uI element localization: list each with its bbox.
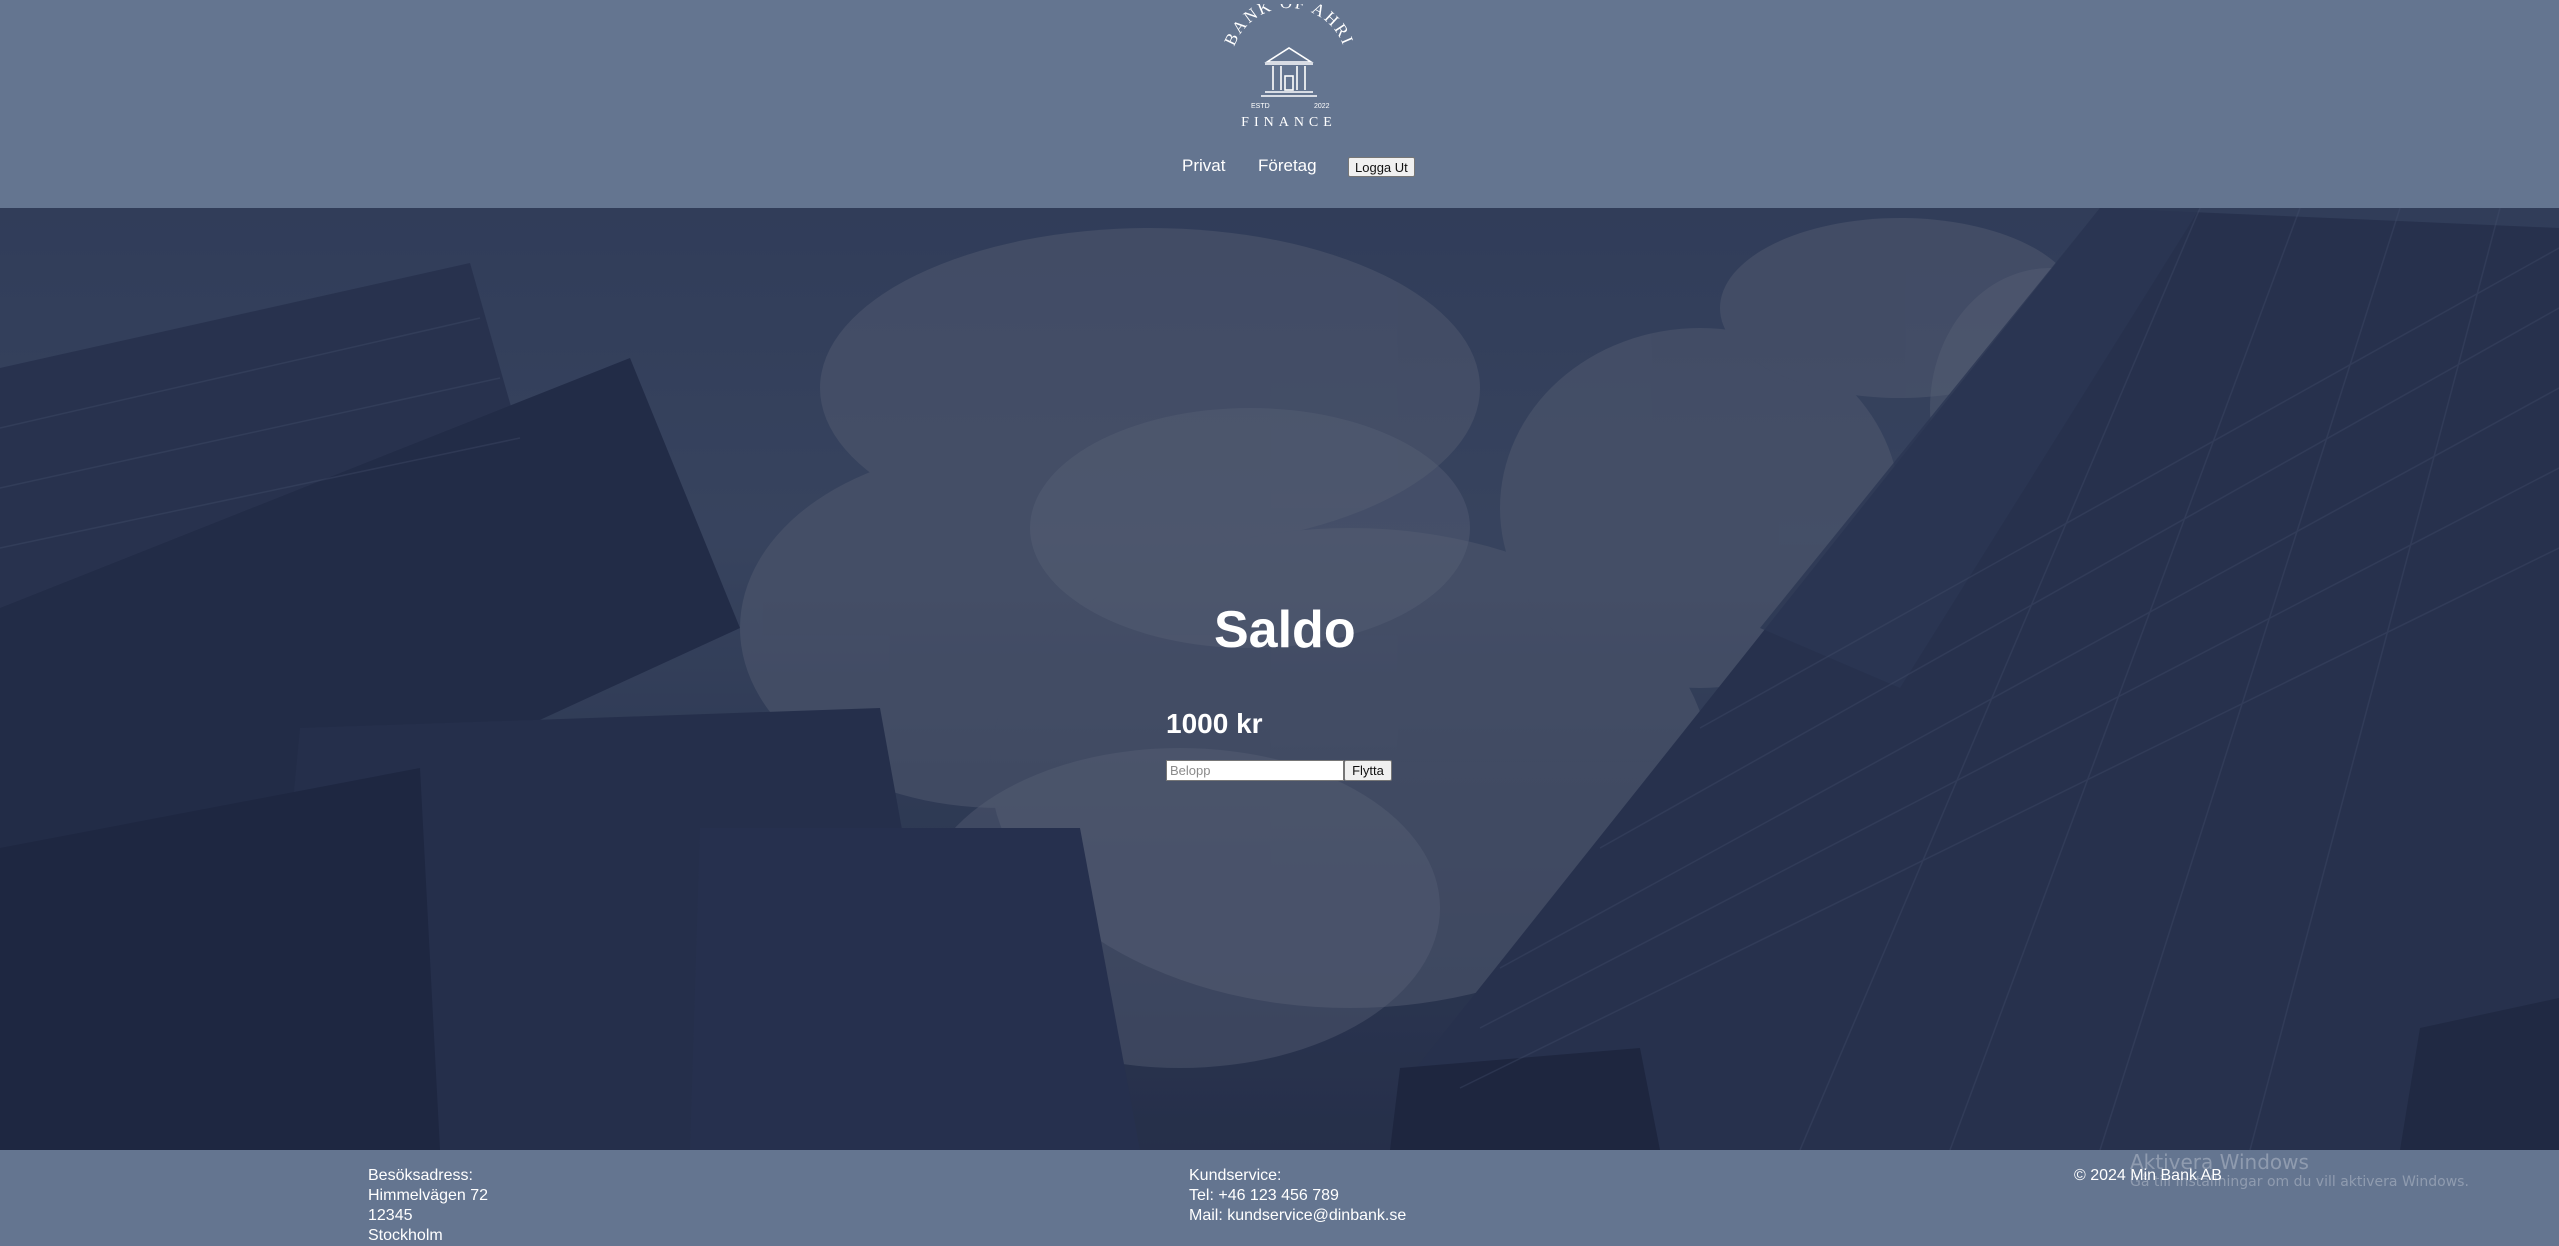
nav-link-privat[interactable]: Privat <box>1182 154 1225 178</box>
bank-logo[interactable]: BANK OF AHRI ESTD 2022 FINANCE <box>1219 0 1359 134</box>
main-nav: Privat Företag Logga Ut <box>0 154 2559 178</box>
footer-address: Besöksadress: Himmelvägen 72 12345 Stock… <box>368 1166 488 1246</box>
logo-bottom-text: FINANCE <box>1241 115 1337 130</box>
bank-logo-emblem: BANK OF AHRI ESTD 2022 FINANCE <box>1220 0 1357 130</box>
site-header: BANK OF AHRI ESTD 2022 FINANCE Privat Fö… <box>0 0 2559 208</box>
page-title: Saldo <box>1214 601 1356 659</box>
nav-link-foretag[interactable]: Företag <box>1258 154 1317 178</box>
address-postal: 12345 <box>368 1207 413 1224</box>
logo-estd: ESTD <box>1251 103 1270 110</box>
address-street: Himmelvägen 72 <box>368 1187 489 1204</box>
footer-copyright: © 2024 Min Bank AB <box>2074 1166 2222 1186</box>
hero-section: Saldo 1000 kr Flytta <box>0 208 2559 1150</box>
balance-amount: 1000 kr <box>1166 708 1263 739</box>
footer-customer-service: Kundservice: Tel: +46 123 456 789 Mail: … <box>1189 1166 1406 1226</box>
move-button[interactable]: Flytta <box>1344 760 1392 781</box>
site-footer: Besöksadress: Himmelvägen 72 12345 Stock… <box>0 1150 2559 1246</box>
amount-input[interactable] <box>1166 760 1344 781</box>
logo-year: 2022 <box>1314 103 1330 110</box>
copyright-text: © 2024 Min Bank AB <box>2074 1167 2222 1184</box>
logout-button[interactable]: Logga Ut <box>1348 157 1415 177</box>
skyscrapers-background-image <box>0 208 2559 1150</box>
logo-top-text: BANK OF AHRI <box>1220 4 1357 49</box>
address-label: Besöksadress: <box>368 1167 473 1184</box>
address-city: Stockholm <box>368 1227 443 1244</box>
bank-building-icon <box>1261 47 1317 97</box>
service-mail: Mail: kundservice@dinbank.se <box>1189 1207 1407 1224</box>
service-label: Kundservice: <box>1189 1167 1282 1184</box>
service-phone: Tel: +46 123 456 789 <box>1189 1187 1339 1204</box>
